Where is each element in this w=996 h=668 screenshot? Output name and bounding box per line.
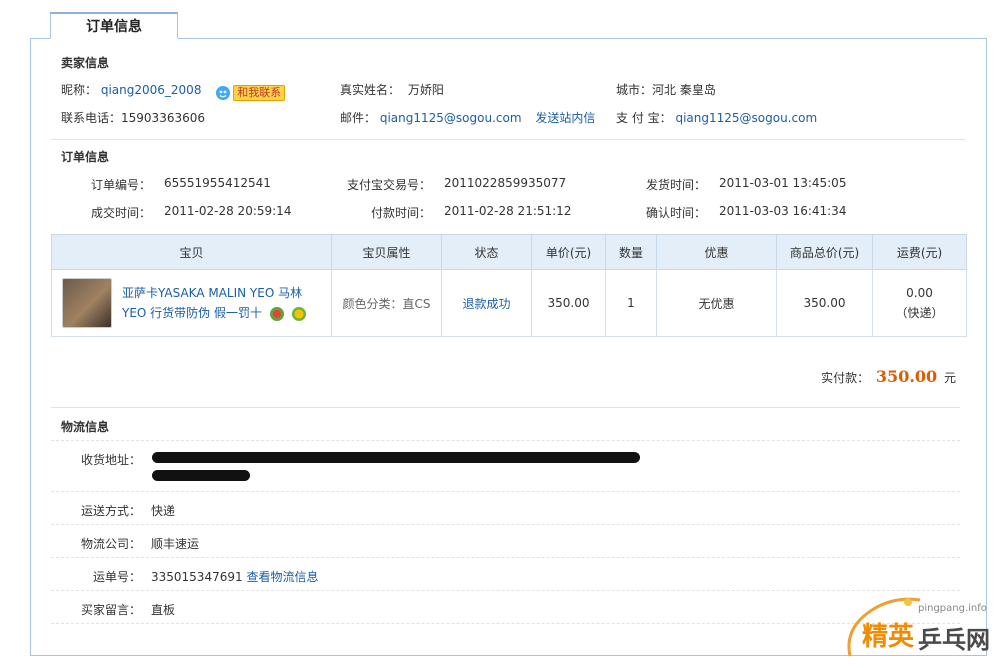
seller-city-row: 城市：河北 秦皇岛 — [616, 81, 716, 98]
company-label: 物流公司： — [81, 537, 142, 551]
col-header-total: 商品总价(元) — [776, 234, 873, 270]
confirm-time: 2011-03-03 16:41:34 — [719, 204, 847, 218]
divider — [51, 407, 960, 408]
item-title-link-1[interactable]: 亚萨卡YASAKA MALIN YEO 马林 — [122, 283, 306, 303]
divider — [51, 440, 960, 441]
method-label: 运送方式： — [81, 504, 142, 518]
divider — [51, 623, 960, 624]
phone-label: 联系电话： — [61, 111, 122, 125]
table-header-row: 宝贝 宝贝属性 状态 单价(元) 数量 优惠 商品总价(元) 运费(元) — [51, 234, 967, 270]
watermark-brand-left: 精英 — [862, 622, 915, 652]
item-price: 350.00 — [531, 269, 606, 337]
seller-realname: 万娇阳 — [407, 83, 444, 97]
col-header-shipping: 运费(元) — [872, 234, 967, 270]
waybill-number: 335015347691 — [151, 570, 243, 584]
seller-realname-row: 真实姓名： 万娇阳 — [340, 81, 444, 98]
flower-icon — [269, 306, 284, 321]
pay-time-label: 付款时间： — [371, 206, 432, 220]
order-no: 65551955412541 — [164, 176, 271, 190]
item-total: 350.00 — [776, 269, 873, 337]
confirm-time-label: 确认时间： — [646, 206, 707, 220]
track-logistics-link[interactable]: 查看物流信息 — [246, 570, 318, 584]
seller-section-title: 卖家信息 — [61, 56, 110, 70]
col-header-attr: 宝贝属性 — [331, 234, 442, 270]
seller-phone-row: 联系电话：15903363606 — [61, 109, 205, 126]
col-header-discount: 优惠 — [656, 234, 777, 270]
payment-label: 实付款： — [821, 371, 870, 385]
payment-amount: 350.00 — [875, 367, 938, 386]
seller-phone: 15903363606 — [121, 111, 205, 125]
item-cell: 亚萨卡YASAKA MALIN YEO 马林 YEO 行货带防伪 假一罚十 — [51, 269, 332, 337]
col-header-price: 单价(元) — [531, 234, 606, 270]
col-header-status: 状态 — [441, 234, 532, 270]
payment-unit: 元 — [943, 371, 956, 385]
item-title-link-2[interactable]: YEO 行货带防伪 假一罚十 — [122, 306, 262, 320]
item-discount: 无优惠 — [656, 269, 777, 337]
send-message-link[interactable]: 发送站内信 — [535, 111, 595, 125]
item-shipping-cell: 0.00 （快递） — [872, 269, 967, 337]
redacted-address — [152, 470, 250, 481]
divider — [51, 590, 960, 591]
seller-nick-link[interactable]: qiang2006_2008 — [101, 83, 202, 97]
flower-icon — [291, 306, 306, 321]
order-items-table: 宝贝 宝贝属性 状态 单价(元) 数量 优惠 商品总价(元) 运费(元) 亚萨卡… — [51, 234, 967, 337]
watermark-site: pingpang.info — [918, 603, 987, 614]
seller-alipay-row: 支 付 宝： qiang1125@sogou.com — [616, 109, 817, 126]
ship-time-label: 发货时间： — [646, 178, 707, 192]
seller-city: 河北 秦皇岛 — [652, 83, 716, 97]
divider — [51, 491, 960, 492]
email-label: 邮件： — [340, 111, 377, 125]
seller-email-link[interactable]: qiang1125@sogou.com — [380, 111, 522, 125]
logistics-section-title: 物流信息 — [61, 420, 110, 434]
chat-badge: 和我联系 — [233, 85, 286, 101]
wangwang-icon — [216, 85, 231, 100]
alipay-no: 2011022859935077 — [444, 176, 567, 190]
divider — [51, 524, 960, 525]
message-label: 买家留言： — [81, 603, 142, 617]
item-attr: 颜色分类：直CS — [331, 269, 442, 337]
alipay-label: 支 付 宝： — [616, 111, 672, 125]
deal-time-label: 成交时间： — [91, 206, 152, 220]
seller-alipay-link[interactable]: qiang1125@sogou.com — [675, 111, 817, 125]
order-panel — [30, 38, 987, 656]
item-status-link[interactable]: 退款成功 — [462, 297, 510, 311]
payment-row: 实付款： 350.00 元 — [821, 367, 956, 386]
item-shipping: 0.00 — [906, 286, 933, 300]
wangwang-chat-button[interactable]: 和我联系 — [215, 85, 286, 101]
shipping-method: 快递 — [151, 504, 176, 518]
deal-time: 2011-02-28 20:59:14 — [164, 204, 292, 218]
redacted-address — [152, 452, 640, 463]
col-header-item: 宝贝 — [51, 234, 332, 270]
table-row: 亚萨卡YASAKA MALIN YEO 马林 YEO 行货带防伪 假一罚十 颜色… — [51, 269, 967, 337]
address-label: 收货地址： — [81, 453, 142, 467]
seller-nick-row: 昵称： qiang2006_2008 和我联系 — [61, 81, 286, 101]
seller-email-row: 邮件： qiang1125@sogou.com 发送站内信 — [340, 109, 595, 126]
city-label: 城市： — [616, 83, 653, 97]
tab-order-info[interactable]: 订单信息 — [50, 12, 178, 39]
watermark-brand-right: 乒乓网 — [918, 626, 990, 654]
item-status-cell: 退款成功 — [441, 269, 532, 337]
col-header-qty: 数量 — [605, 234, 657, 270]
item-shipping-method: （快递） — [895, 306, 944, 320]
waybill-row: 335015347691 查看物流信息 — [151, 568, 318, 585]
alipay-no-label: 支付宝交易号： — [347, 178, 432, 192]
order-section-title: 订单信息 — [61, 150, 110, 164]
buyer-message: 直板 — [151, 603, 176, 617]
realname-label: 真实姓名： — [340, 83, 401, 97]
nick-label: 昵称： — [61, 83, 98, 97]
divider — [51, 139, 966, 140]
waybill-label: 运单号： — [93, 570, 142, 584]
logistics-company: 顺丰速运 — [151, 537, 200, 551]
item-qty: 1 — [605, 269, 657, 337]
pay-time: 2011-02-28 21:51:12 — [444, 204, 572, 218]
divider — [51, 557, 960, 558]
order-no-label: 订单编号： — [91, 178, 152, 192]
item-thumbnail[interactable] — [62, 278, 112, 328]
ship-time: 2011-03-01 13:45:05 — [719, 176, 847, 190]
